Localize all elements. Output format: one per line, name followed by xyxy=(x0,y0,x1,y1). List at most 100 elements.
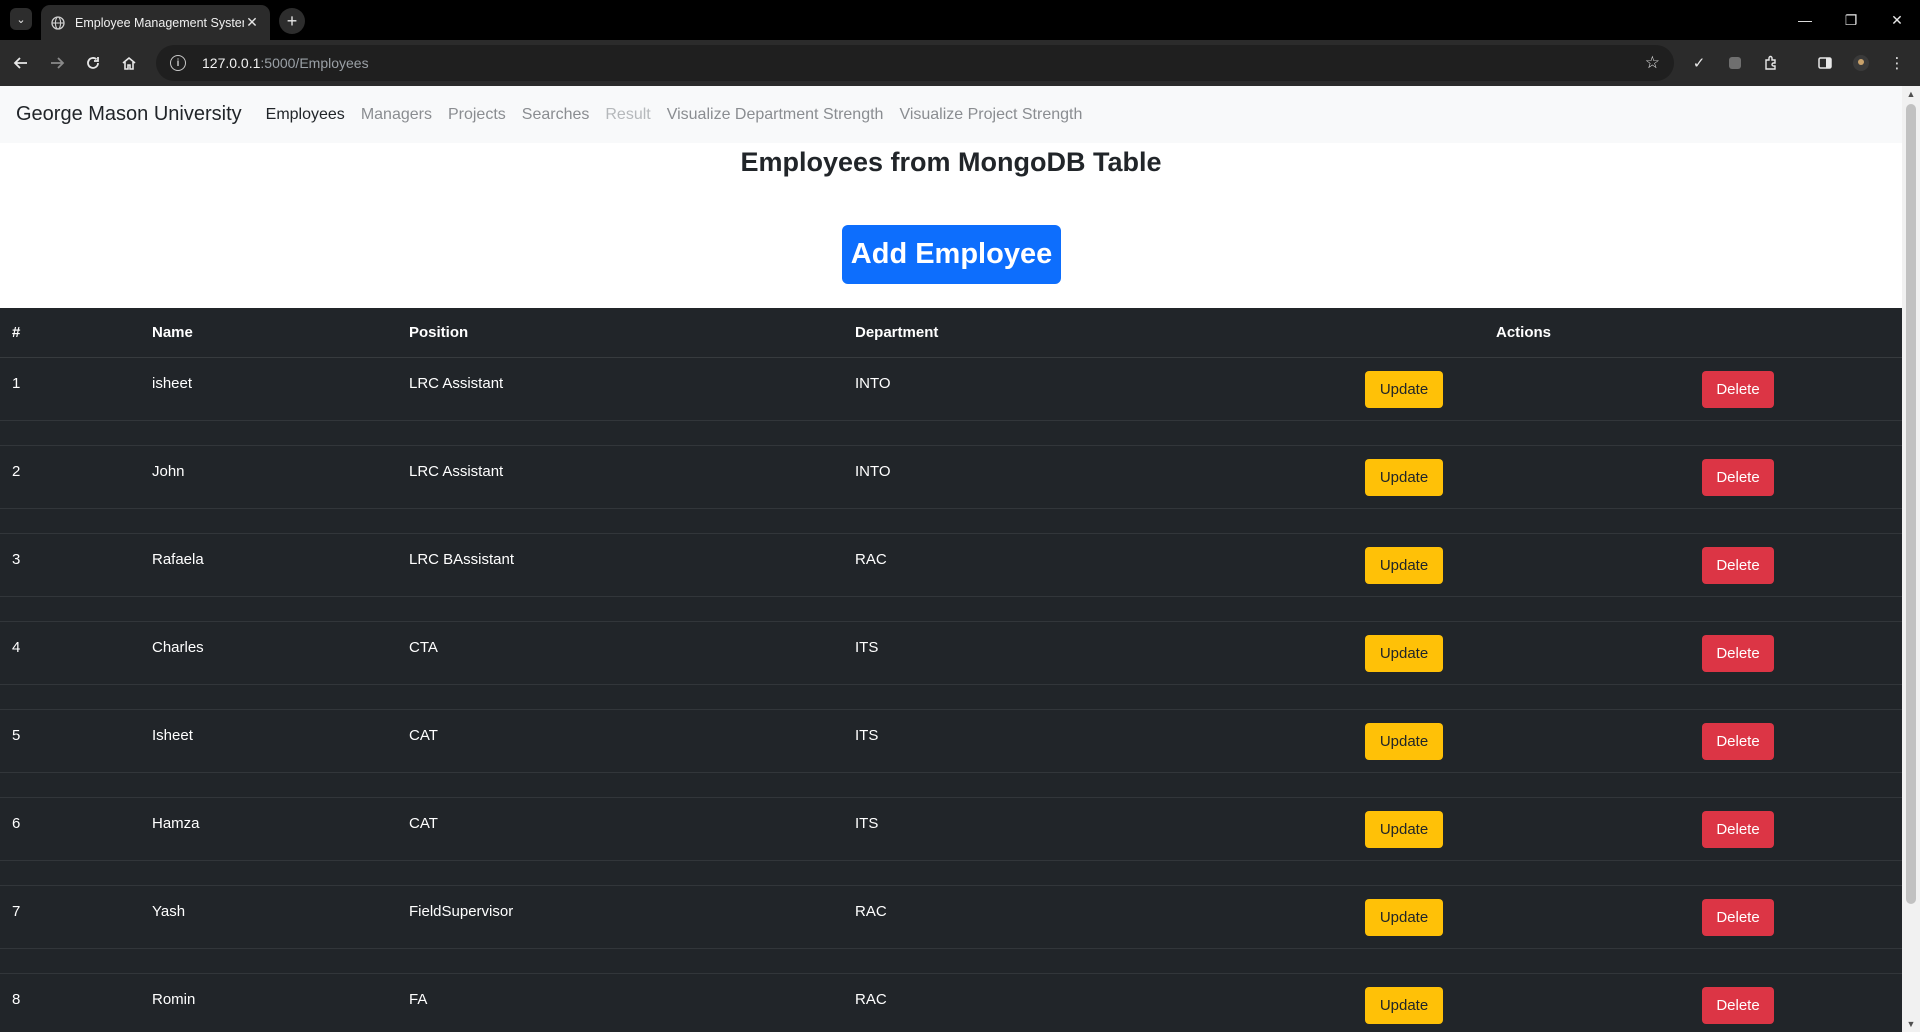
browser-toolbar: i 127.0.0.1:5000/Employees ☆ ✓ ⋮ xyxy=(0,40,1920,86)
row-number: 5 xyxy=(12,727,21,744)
employee-name: Charles xyxy=(152,639,204,656)
page-title: Employees from MongoDB Table xyxy=(740,147,1162,177)
navbar-brand[interactable]: George Mason University xyxy=(16,103,242,126)
employee-position: LRC Assistant xyxy=(409,375,504,392)
table-row: 8 Romin FA RAC Update Delete xyxy=(0,974,1902,1032)
scrollbar-thumb[interactable] xyxy=(1906,104,1916,904)
row-spacer xyxy=(0,861,1902,886)
table-row: 4 Charles CTA ITS Update Delete xyxy=(0,622,1902,685)
row-number: 1 xyxy=(12,375,21,392)
delete-button[interactable]: Delete xyxy=(1702,899,1774,936)
employee-name: John xyxy=(152,463,185,480)
checkmark-extension-icon[interactable]: ✓ xyxy=(1688,52,1710,74)
bookmark-star-icon[interactable]: ☆ xyxy=(1645,53,1660,73)
restore-icon[interactable]: ❐ xyxy=(1828,0,1874,40)
side-panel-icon[interactable] xyxy=(1814,52,1836,74)
delete-button[interactable]: Delete xyxy=(1702,987,1774,1024)
browser-tab[interactable]: Employee Management System ✕ xyxy=(41,5,270,40)
extensions-puzzle-icon[interactable] xyxy=(1760,52,1782,74)
browser-tab-bar: ⌄ Employee Management System ✕ + — ❐ ✕ xyxy=(0,0,1920,40)
row-spacer xyxy=(0,685,1902,710)
row-spacer xyxy=(0,949,1902,974)
nav-link-visualize-project[interactable]: Visualize Project Strength xyxy=(899,106,1082,124)
update-button[interactable]: Update xyxy=(1365,811,1443,848)
site-info-icon[interactable]: i xyxy=(170,55,186,71)
scroll-down-arrow-icon[interactable]: ▼ xyxy=(1902,1016,1920,1032)
employee-department: ITS xyxy=(855,815,879,832)
employee-department: INTO xyxy=(855,463,891,480)
header-actions: Actions xyxy=(1495,324,1551,341)
new-tab-icon[interactable]: + xyxy=(279,8,305,34)
employee-position: FieldSupervisor xyxy=(409,903,514,920)
url-path: :5000/Employees xyxy=(260,55,369,71)
delete-button[interactable]: Delete xyxy=(1702,723,1774,760)
tab-search-icon[interactable]: ⌄ xyxy=(10,8,32,30)
employee-department: RAC xyxy=(855,551,887,568)
row-number: 6 xyxy=(12,815,21,832)
row-spacer xyxy=(0,509,1902,534)
delete-button[interactable]: Delete xyxy=(1702,371,1774,408)
update-button[interactable]: Update xyxy=(1365,723,1443,760)
table-header: # Name Position Department Actions xyxy=(0,308,1902,358)
table-row: 7 Yash FieldSupervisor RAC Update Delete xyxy=(0,886,1902,949)
delete-button[interactable]: Delete xyxy=(1702,811,1774,848)
table-row: 6 Hamza CAT ITS Update Delete xyxy=(0,798,1902,861)
table-row: 2 John LRC Assistant INTO Update Delete xyxy=(0,446,1902,509)
nav-link-employees[interactable]: Employees xyxy=(266,106,345,124)
update-button[interactable]: Update xyxy=(1365,899,1443,936)
update-button[interactable]: Update xyxy=(1365,635,1443,672)
employee-name: Hamza xyxy=(152,815,200,832)
employee-position: CAT xyxy=(409,815,438,832)
employee-position: CAT xyxy=(409,727,438,744)
header-department: Department xyxy=(855,324,939,341)
header-number: # xyxy=(12,324,21,341)
table-row: 3 Rafaela LRC BAssistant RAC Update Dele… xyxy=(0,534,1902,597)
employee-position: CTA xyxy=(409,639,438,656)
delete-button[interactable]: Delete xyxy=(1702,547,1774,584)
reload-icon[interactable] xyxy=(78,48,108,78)
nav-link-searches[interactable]: Searches xyxy=(522,106,590,124)
row-spacer xyxy=(0,421,1902,446)
table-row: 1 isheet LRC Assistant INTO Update Delet… xyxy=(0,358,1902,421)
update-button[interactable]: Update xyxy=(1365,371,1443,408)
update-button[interactable]: Update xyxy=(1365,547,1443,584)
globe-icon xyxy=(51,15,65,30)
close-window-icon[interactable]: ✕ xyxy=(1874,0,1920,40)
address-bar[interactable]: i 127.0.0.1:5000/Employees ☆ xyxy=(156,45,1674,81)
employees-table: # Name Position Department Actions 1 ish… xyxy=(0,308,1902,1032)
update-button[interactable]: Update xyxy=(1365,459,1443,496)
nav-link-visualize-department[interactable]: Visualize Department Strength xyxy=(667,106,884,124)
table-row: 5 Isheet CAT ITS Update Delete xyxy=(0,710,1902,773)
forward-icon[interactable] xyxy=(42,48,72,78)
extension-badge-icon[interactable] xyxy=(1724,52,1746,74)
employee-position: LRC Assistant xyxy=(409,463,504,480)
row-spacer xyxy=(0,597,1902,622)
employee-department: ITS xyxy=(855,639,879,656)
employee-name: Rafaela xyxy=(152,551,204,568)
row-number: 8 xyxy=(12,991,21,1008)
url-host: 127.0.0.1 xyxy=(202,55,261,71)
row-number: 4 xyxy=(12,639,21,656)
header-name: Name xyxy=(152,324,193,341)
update-button[interactable]: Update xyxy=(1365,987,1443,1024)
nav-link-projects[interactable]: Projects xyxy=(448,106,506,124)
page-scrollbar[interactable]: ▲ ▼ xyxy=(1902,86,1920,1032)
nav-link-managers[interactable]: Managers xyxy=(361,106,432,124)
row-number: 2 xyxy=(12,463,21,480)
employee-name: Romin xyxy=(152,991,196,1008)
delete-button[interactable]: Delete xyxy=(1702,459,1774,496)
home-icon[interactable] xyxy=(114,48,144,78)
page-viewport: George Mason University Employees Manage… xyxy=(0,86,1902,1032)
add-employee-button[interactable]: Add Employee xyxy=(842,225,1061,284)
tab-close-icon[interactable]: ✕ xyxy=(244,14,260,31)
menu-kebab-icon[interactable]: ⋮ xyxy=(1886,52,1908,74)
back-icon[interactable] xyxy=(6,48,36,78)
tab-title: Employee Management System xyxy=(75,15,244,30)
delete-button[interactable]: Delete xyxy=(1702,635,1774,672)
header-position: Position xyxy=(409,324,469,341)
profile-avatar-icon[interactable] xyxy=(1850,52,1872,74)
employee-position: LRC BAssistant xyxy=(409,551,515,568)
minimize-icon[interactable]: — xyxy=(1782,0,1828,40)
scroll-up-arrow-icon[interactable]: ▲ xyxy=(1902,86,1920,102)
row-number: 7 xyxy=(12,903,21,920)
